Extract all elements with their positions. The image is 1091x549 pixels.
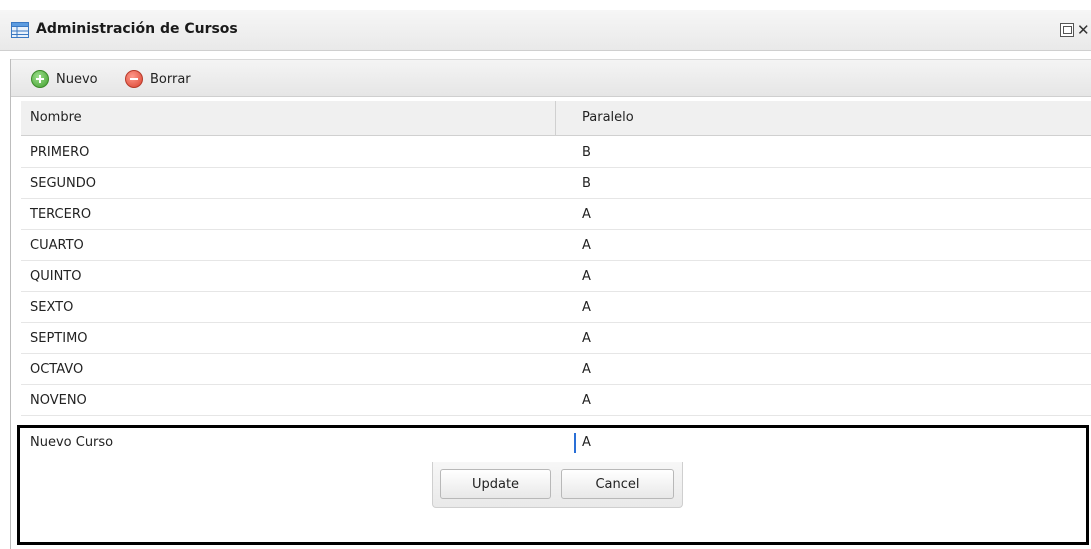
highlight-outline (17, 425, 1089, 545)
column-header-paralelo[interactable]: Paralelo (582, 110, 634, 125)
close-icon[interactable]: ✕ (1077, 21, 1090, 39)
window-titlebar: Administración de Cursos ✕ (0, 10, 1091, 51)
cell-nombre: SEGUNDO (30, 176, 97, 191)
delete-button[interactable]: Borrar (125, 69, 191, 89)
cell-nombre: TERCERO (30, 207, 92, 222)
table-window-icon (11, 22, 29, 38)
column-header-nombre[interactable]: Nombre (30, 110, 82, 125)
new-button-label: Nuevo (56, 71, 98, 87)
grid-toolbar: Nuevo Borrar (11, 59, 1091, 97)
window-title: Administración de Cursos (36, 21, 238, 37)
table-row[interactable]: SEGUNDO B (21, 168, 1091, 199)
table-row[interactable]: CUARTO A (21, 230, 1091, 261)
cell-paralelo: A (582, 207, 591, 222)
cell-nombre: OCTAVO (30, 362, 84, 377)
cell-paralelo: A (582, 238, 591, 253)
maximize-icon[interactable] (1060, 23, 1074, 37)
column-divider[interactable] (555, 101, 556, 135)
new-button[interactable]: Nuevo (31, 69, 98, 89)
table-row[interactable]: TERCERO A (21, 199, 1091, 230)
table-row[interactable]: PRIMERO B (21, 137, 1091, 168)
cell-paralelo: A (582, 393, 591, 408)
cell-paralelo: A (582, 300, 591, 315)
table-row[interactable]: OCTAVO A (21, 354, 1091, 385)
cell-nombre: PRIMERO (30, 145, 90, 160)
cell-nombre: CUARTO (30, 238, 84, 253)
cell-paralelo: A (582, 331, 591, 346)
grid-header: Nombre Paralelo (21, 101, 1091, 136)
cell-paralelo: B (582, 176, 591, 191)
cell-paralelo: A (582, 269, 591, 284)
cell-nombre: SEPTIMO (30, 331, 88, 346)
remove-icon (125, 70, 143, 88)
table-row[interactable]: SEXTO A (21, 292, 1091, 323)
delete-button-label: Borrar (150, 71, 191, 87)
cell-paralelo: B (582, 145, 591, 160)
cell-paralelo: A (582, 362, 591, 377)
table-row[interactable]: NOVENO A (21, 385, 1091, 416)
cell-nombre: SEXTO (30, 300, 74, 315)
table-row[interactable]: SEPTIMO A (21, 323, 1091, 354)
table-row[interactable]: QUINTO A (21, 261, 1091, 292)
add-icon (31, 70, 49, 88)
cell-nombre: NOVENO (30, 393, 87, 408)
cell-nombre: QUINTO (30, 269, 82, 284)
